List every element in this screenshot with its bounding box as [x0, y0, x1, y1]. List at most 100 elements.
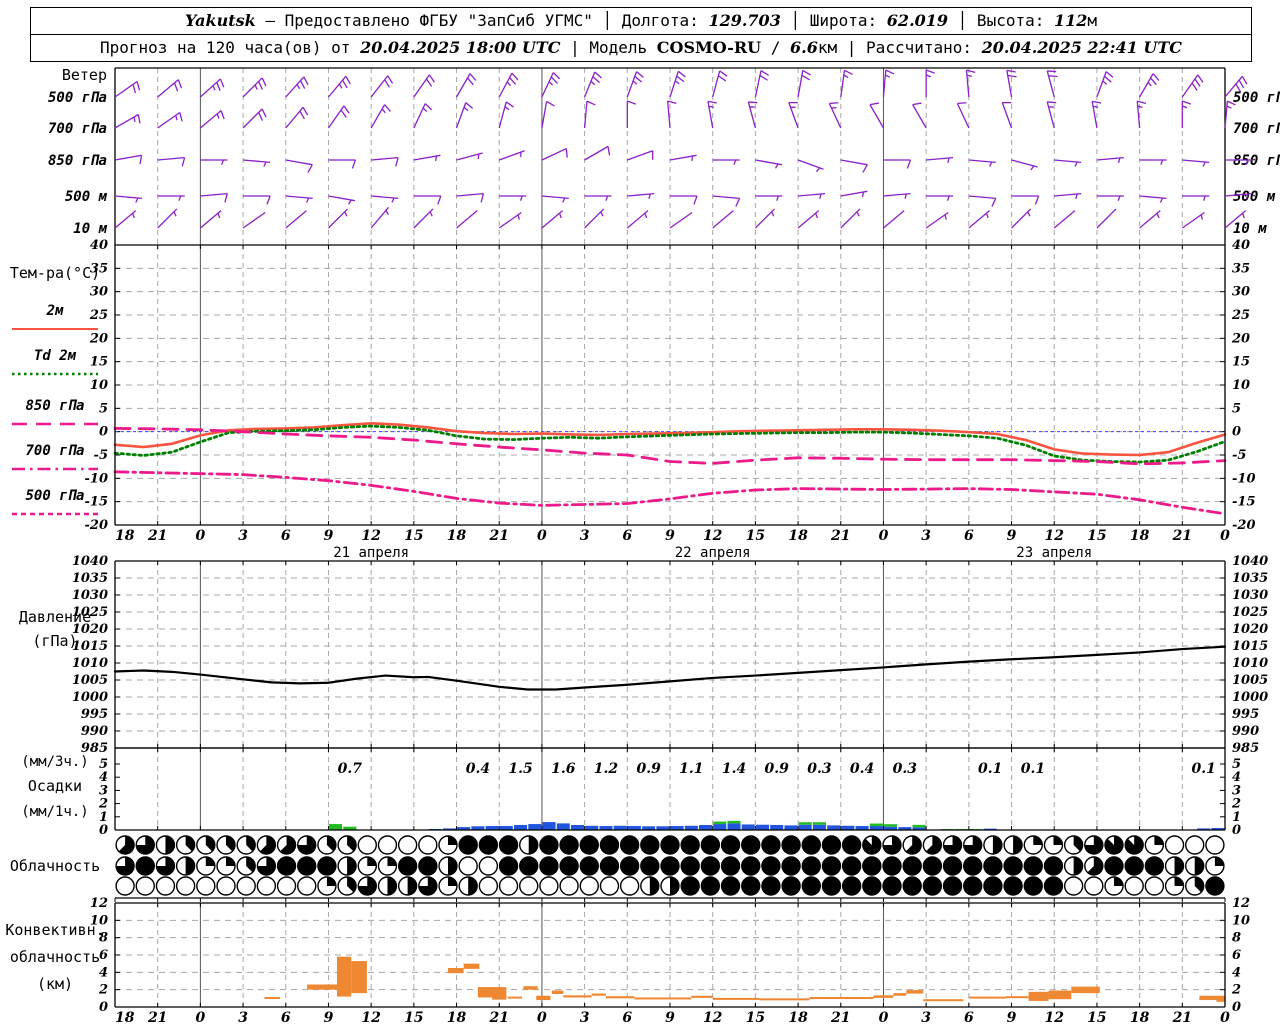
cloudiness-panel: Облачность: [10, 835, 1226, 902]
svg-text:21: 21: [488, 1010, 508, 1024]
time-axis: 18 21 0 3 6 9 12 15 18 21 0 3 6 9 12 15 18 21 0 3 6 9 12 15 18 21…: [115, 528, 1230, 561]
svg-text:0: 0: [99, 823, 108, 838]
svg-text:8: 8: [1232, 931, 1241, 946]
svg-text:15: 15: [746, 1010, 765, 1024]
svg-text:0: 0: [1232, 823, 1241, 838]
svg-text:(гПа): (гПа): [32, 632, 77, 650]
svg-text:-10: -10: [85, 471, 109, 486]
svg-text:0.7: 0.7: [338, 761, 363, 777]
svg-text:0.3: 0.3: [807, 761, 832, 777]
svg-text:0: 0: [537, 528, 547, 544]
svg-text:500 м: 500 м: [65, 189, 108, 205]
svg-text:850 гПа: 850 гПа: [1233, 153, 1280, 169]
svg-text:15: 15: [404, 1010, 423, 1024]
header-segment: │ Высота:: [948, 11, 1054, 30]
svg-text:850 гПа: 850 гПа: [25, 398, 84, 414]
header-segment: Yakutsk: [184, 11, 256, 30]
svg-text:18: 18: [788, 528, 808, 544]
svg-text:21: 21: [147, 528, 167, 544]
svg-text:3: 3: [238, 528, 248, 544]
svg-text:2: 2: [98, 983, 108, 998]
svg-text:500 м: 500 м: [1233, 189, 1276, 205]
svg-text:1.4: 1.4: [722, 761, 746, 777]
svg-text:21: 21: [830, 1010, 850, 1024]
pressure-panel: 1040 10401035 10351030 10301025 10251020 1020…: [19, 554, 1268, 756]
svg-text:6: 6: [964, 1010, 974, 1024]
svg-text:1030: 1030: [1232, 588, 1268, 603]
svg-text:990: 990: [1232, 724, 1259, 739]
svg-text:1010: 1010: [1232, 656, 1268, 671]
svg-text:Давление: Давление: [19, 608, 91, 626]
svg-text:6: 6: [281, 528, 291, 544]
svg-text:9: 9: [665, 1010, 675, 1024]
svg-text:-5: -5: [1232, 448, 1246, 463]
svg-text:9: 9: [665, 528, 675, 544]
svg-text:25: 25: [89, 308, 108, 323]
svg-text:40: 40: [1232, 238, 1250, 253]
svg-text:0.4: 0.4: [850, 761, 874, 777]
svg-text:1040: 1040: [1232, 554, 1268, 569]
header-box: Yakutsk — Предоставлено ФГБУ "ЗапСиб УГМ…: [30, 7, 1252, 62]
time-axis-bottom: 18 21 0 3 6 9 12 15 18 21 0 3 6 9 12 15 18 21 0 3 6 9 12 15 18 21…: [115, 1010, 1230, 1024]
svg-text:990: 990: [81, 724, 108, 739]
svg-text:0: 0: [1232, 1000, 1241, 1015]
svg-text:0: 0: [99, 425, 108, 440]
svg-text:18: 18: [447, 1010, 467, 1024]
svg-text:1005: 1005: [1232, 673, 1268, 688]
header-segment: /: [761, 38, 791, 57]
svg-text:35: 35: [1232, 261, 1250, 276]
header-segment: │: [602, 11, 613, 30]
svg-text:1025: 1025: [1232, 605, 1268, 620]
svg-text:1000: 1000: [72, 690, 108, 705]
svg-text:0.1: 0.1: [1191, 761, 1215, 777]
svg-text:5: 5: [99, 401, 108, 416]
svg-text:12: 12: [1044, 528, 1064, 544]
svg-text:21: 21: [147, 1010, 167, 1024]
svg-text:1.6: 1.6: [551, 761, 576, 777]
svg-text:995: 995: [81, 707, 108, 722]
header-segment: м: [1087, 11, 1098, 30]
svg-text:6: 6: [964, 528, 974, 544]
svg-text:0: 0: [1220, 1010, 1230, 1024]
svg-text:Ветер: Ветер: [62, 66, 107, 84]
svg-text:(мм/3ч.): (мм/3ч.): [21, 754, 88, 770]
svg-text:30: 30: [90, 285, 108, 300]
svg-text:1035: 1035: [72, 571, 108, 586]
svg-text:850 гПа: 850 гПа: [48, 153, 107, 169]
svg-text:12: 12: [703, 1010, 723, 1024]
svg-text:21: 21: [1172, 1010, 1192, 1024]
svg-text:3: 3: [580, 528, 590, 544]
svg-text:6: 6: [1232, 948, 1241, 963]
temperature-panel: 40 4035 3530 3025 2520 2015 1510 105 50 0-5 -5-10-…: [85, 238, 1256, 533]
svg-text:1.5: 1.5: [508, 761, 532, 777]
svg-text:0: 0: [196, 528, 206, 544]
svg-text:10: 10: [1232, 913, 1250, 928]
svg-text:10: 10: [90, 378, 108, 393]
svg-text:9: 9: [1007, 528, 1017, 544]
svg-text:6: 6: [281, 1010, 291, 1024]
svg-text:25: 25: [1231, 308, 1250, 323]
svg-text:1035: 1035: [1232, 571, 1268, 586]
svg-text:700 гПа: 700 гПа: [25, 443, 84, 459]
header-segment: 112: [1054, 11, 1088, 30]
svg-text:0: 0: [879, 528, 889, 544]
svg-text:15: 15: [404, 528, 423, 544]
svg-text:0: 0: [1232, 425, 1241, 440]
svg-text:-10: -10: [1232, 471, 1256, 486]
svg-text:18: 18: [788, 1010, 808, 1024]
svg-text:2: 2: [1231, 983, 1241, 998]
svg-text:6: 6: [99, 948, 108, 963]
header-segment: Прогноз на 120 часа(ов) от: [99, 38, 361, 57]
meteogram-page: Yakutsk — Предоставлено ФГБУ "ЗапСиб УГМ…: [0, 0, 1280, 1024]
svg-text:0: 0: [537, 1010, 547, 1024]
header-segment: 62.019: [886, 11, 949, 30]
svg-text:0: 0: [1220, 528, 1230, 544]
svg-text:40: 40: [90, 238, 108, 253]
svg-text:0.4: 0.4: [466, 761, 490, 777]
svg-text:10 м: 10 м: [1233, 221, 1267, 237]
svg-text:12: 12: [703, 528, 723, 544]
svg-text:20: 20: [89, 331, 108, 346]
svg-text:3: 3: [580, 1010, 590, 1024]
svg-text:23 апреля: 23 апреля: [1016, 545, 1092, 561]
svg-text:21 апреля: 21 апреля: [333, 545, 409, 561]
